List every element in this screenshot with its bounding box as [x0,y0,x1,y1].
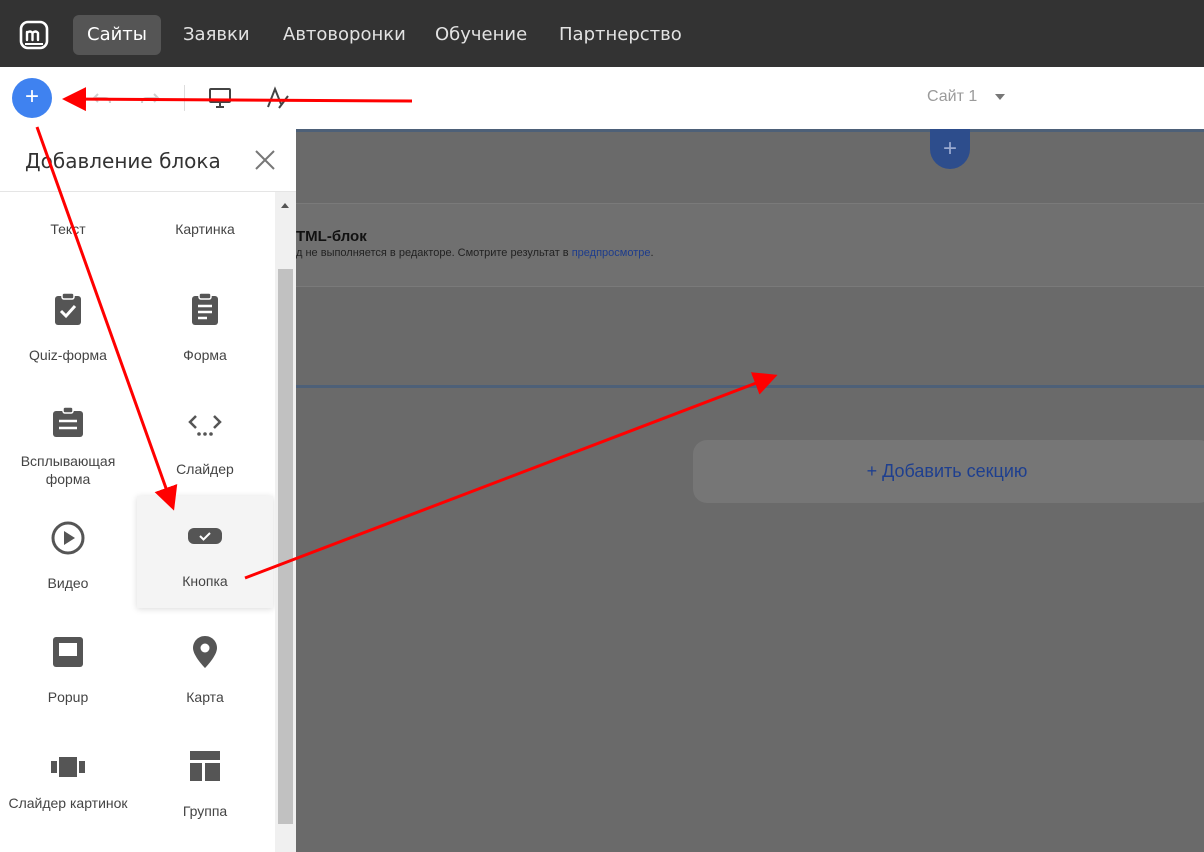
block-grid: Текст Картинка Quiz-форма Форма Всплываю… [0,192,275,852]
add-block-button[interactable]: + [12,78,52,118]
block-label: Группа [182,803,228,819]
chevron-down-icon[interactable] [995,94,1005,100]
desktop-preview-icon[interactable] [208,86,232,110]
block-tile-text[interactable]: Текст [0,192,136,254]
html-block-note: д не выполняется в редакторе. Смотрите р… [296,247,654,259]
nav-tab-requests[interactable]: Заявки [169,15,264,55]
slider-icon [188,415,222,436]
map-pin-icon [193,636,217,668]
block-label: Popup [47,689,89,705]
html-block[interactable] [296,203,1204,287]
undo-icon[interactable] [90,86,114,110]
redo-icon[interactable] [138,86,162,110]
quiz-form-icon [55,292,81,325]
block-label: Форма [183,347,227,363]
panel-header: Добавление блока [0,129,296,192]
top-navigation: Сайты Заявки Автоворонки Обучение Партне… [0,0,1204,67]
block-label: Карта [186,689,224,705]
nav-tab-partnership[interactable]: Партнерство [545,15,696,55]
block-label: Quiz-форма [29,347,107,363]
form-icon [192,292,218,325]
site-select[interactable]: Сайт 1 [927,88,977,106]
block-label: Слайдер [176,461,234,477]
block-tile-popup[interactable]: Popup [0,634,136,746]
toolbar-divider [184,85,185,111]
html-block-note-end: . [650,247,654,259]
nav-tab-sites[interactable]: Сайты [73,15,161,55]
nav-tab-autofunnels[interactable]: Автоворонки [269,15,420,55]
block-tile-video[interactable]: Видео [0,520,136,632]
popup-form-icon [53,406,83,437]
block-label: Кнопка [182,573,228,589]
section-boundary-bottom [296,385,1204,388]
block-label: Видео [47,575,89,591]
block-label: Текст [50,221,86,237]
text-style-icon[interactable] [265,86,289,110]
close-icon[interactable] [253,148,277,172]
button-icon [188,528,222,544]
preview-link[interactable]: предпросмотре [572,247,651,259]
scroll-up-icon[interactable] [281,203,289,208]
group-icon [190,751,220,781]
editor-toolbar [0,67,1204,129]
panel-scrollbar-thumb[interactable] [278,269,293,824]
block-tile-button[interactable]: Кнопка [137,496,273,608]
panel-title: Добавление блока [25,149,221,173]
popup-icon [53,637,83,667]
logo-icon[interactable] [19,20,49,50]
section-boundary-top [296,129,1204,132]
html-block-title: TML-блок [296,228,367,245]
add-section-label: + Добавить секцию [866,461,1028,481]
block-tile-form[interactable]: Форма [137,292,273,404]
block-tile-image[interactable]: Картинка [137,192,273,254]
html-block-note-text: д не выполняется в редакторе. Смотрите р… [296,247,572,259]
block-tile-popup-form[interactable]: Всплывающая форма [0,406,136,518]
block-tile-map[interactable]: Карта [137,634,273,746]
nav-tab-learning[interactable]: Обучение [421,15,541,55]
block-tile-quiz-form[interactable]: Quiz-форма [0,292,136,404]
block-label: Картинка [175,221,235,237]
image-slider-icon [51,757,85,777]
block-label: Всплывающая форма [20,453,116,487]
block-label: Слайдер картинок [8,795,128,811]
add-block-panel: Добавление блока Текст Картинка Quiz-фор… [0,129,296,852]
block-tile-image-slider[interactable]: Слайдер картинок [0,748,136,852]
block-tile-group[interactable]: Группа [137,748,273,852]
insert-block-button[interactable]: + [930,129,970,169]
video-icon [51,521,85,555]
add-section-button[interactable]: + Добавить секцию [693,440,1204,503]
